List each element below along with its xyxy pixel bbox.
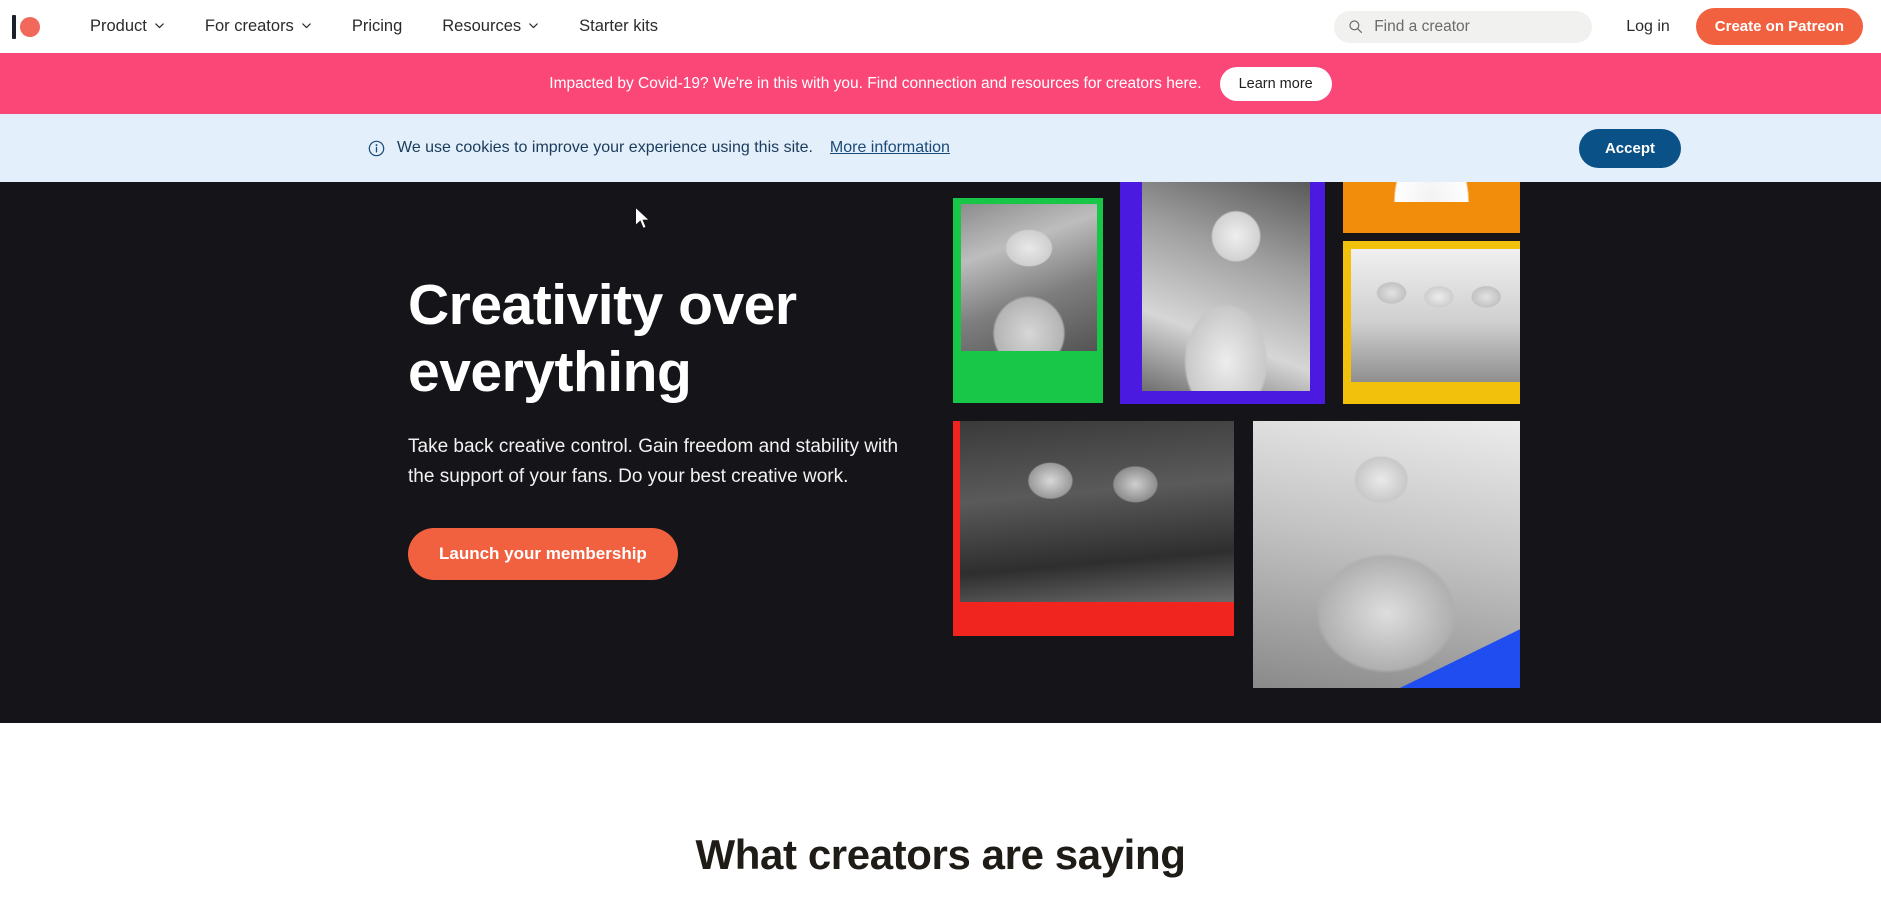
search-input[interactable] bbox=[1374, 17, 1579, 36]
chevron-down-icon bbox=[528, 20, 539, 31]
launch-membership-button[interactable]: Launch your membership bbox=[408, 527, 678, 580]
cookie-consent-bar: We use cookies to improve your experienc… bbox=[0, 114, 1881, 182]
nav-item-for-creators[interactable]: For creators bbox=[185, 11, 332, 42]
learn-more-button[interactable]: Learn more bbox=[1219, 66, 1332, 101]
photo-image-guitarist bbox=[1253, 421, 1520, 688]
nav-item-for-creators-label: For creators bbox=[204, 17, 294, 35]
chevron-down-icon bbox=[154, 20, 165, 31]
hero-title: Creativity over everything bbox=[408, 273, 797, 405]
photo-creator-trio bbox=[1343, 241, 1520, 404]
nav-item-pricing[interactable]: Pricing bbox=[332, 11, 422, 42]
top-navigation-bar: Product For creators Pricing Resources S… bbox=[0, 0, 1881, 53]
hero-photo-collage bbox=[953, 182, 1563, 723]
photo-creator-plants bbox=[953, 198, 1103, 403]
photo-creator-desk bbox=[1120, 182, 1325, 404]
nav-item-pricing-label: Pricing bbox=[351, 17, 403, 35]
search-icon bbox=[1348, 19, 1363, 34]
covid-banner-text: Impacted by Covid-19? We're in this with… bbox=[549, 74, 1202, 92]
hero-copy-block: Creativity over everything Take back cre… bbox=[408, 272, 928, 580]
cookie-message-group: We use cookies to improve your experienc… bbox=[368, 139, 950, 157]
main-nav-links: Product For creators Pricing Resources S… bbox=[70, 11, 678, 42]
login-link[interactable]: Log in bbox=[1626, 18, 1670, 36]
nav-item-product[interactable]: Product bbox=[70, 11, 185, 42]
nav-item-resources[interactable]: Resources bbox=[422, 11, 559, 42]
photo-image-desk bbox=[1142, 182, 1310, 391]
patreon-landing-page: Product For creators Pricing Resources S… bbox=[0, 0, 1881, 899]
cookie-message-text: We use cookies to improve your experienc… bbox=[397, 139, 813, 156]
photo-podcasters bbox=[953, 421, 1234, 636]
photo-guitarist bbox=[1253, 421, 1520, 688]
accept-cookies-button[interactable]: Accept bbox=[1578, 128, 1681, 168]
testimonials-heading: What creators are saying bbox=[695, 831, 1186, 878]
photo-image-plants bbox=[961, 204, 1097, 351]
testimonials-section: What creators are saying bbox=[0, 723, 1881, 899]
logo-circle-shape bbox=[20, 16, 40, 37]
patreon-logo[interactable] bbox=[12, 13, 40, 41]
hero-section: Creativity over everything Take back cre… bbox=[0, 182, 1881, 723]
nav-item-starter-kits-label: Starter kits bbox=[579, 17, 658, 35]
more-information-link[interactable]: More information bbox=[830, 139, 950, 157]
photo-creator-orange bbox=[1343, 182, 1520, 233]
nav-item-resources-label: Resources bbox=[442, 17, 522, 35]
info-icon bbox=[368, 140, 385, 157]
photo-image-podcasters bbox=[960, 421, 1234, 602]
photo-image-orange bbox=[1343, 182, 1520, 202]
nav-item-product-label: Product bbox=[90, 17, 147, 35]
nav-right-cluster: Log in Create on Patreon bbox=[1334, 8, 1881, 45]
chevron-down-icon bbox=[301, 20, 312, 31]
logo-bar-shape bbox=[12, 14, 16, 39]
hero-subtitle: Take back creative control. Gain freedom… bbox=[408, 435, 899, 487]
create-on-patreon-button[interactable]: Create on Patreon bbox=[1695, 8, 1863, 45]
creator-search-box[interactable] bbox=[1334, 10, 1593, 43]
nav-item-starter-kits[interactable]: Starter kits bbox=[559, 11, 678, 42]
photo-image-trio bbox=[1351, 249, 1520, 382]
covid-announcement-banner: Impacted by Covid-19? We're in this with… bbox=[0, 53, 1881, 114]
